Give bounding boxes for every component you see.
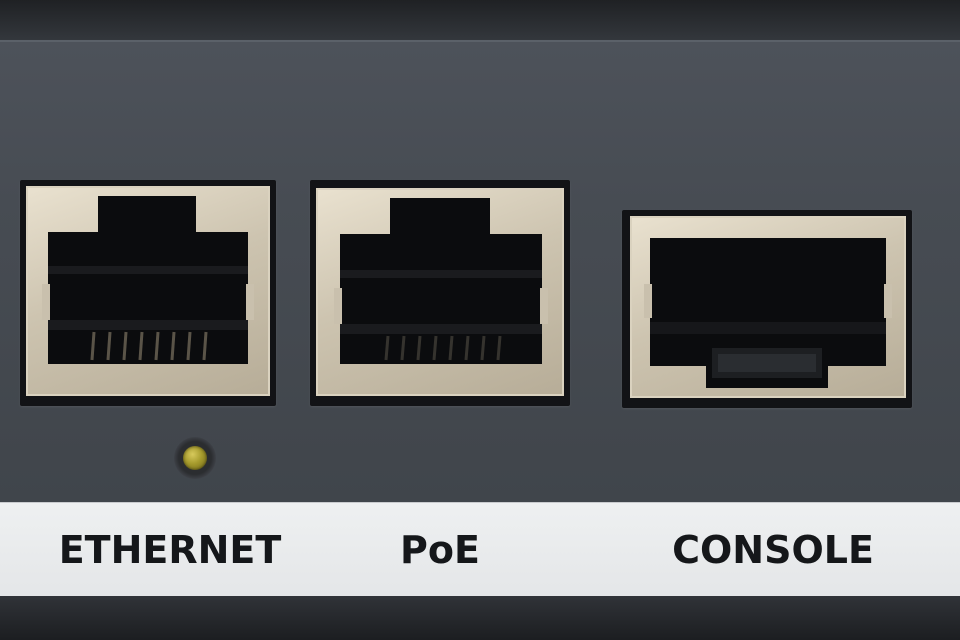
- status-led-icon: [174, 437, 216, 479]
- led-lens: [183, 446, 207, 470]
- ethernet-label: ETHERNET: [58, 528, 282, 572]
- device-rear-panel: ETHERNET PoE CONSOLE: [0, 0, 960, 640]
- poe-port[interactable]: [316, 188, 564, 396]
- rj45-socket-icon: [334, 198, 548, 364]
- poe-label: PoE: [400, 528, 480, 572]
- top-edge: [0, 0, 960, 40]
- rj45-socket-icon: [42, 196, 254, 364]
- console-port[interactable]: [630, 216, 906, 398]
- console-label: CONSOLE: [672, 528, 874, 572]
- bottom-edge: [0, 596, 960, 640]
- rj45-socket-icon: [644, 238, 892, 388]
- ethernet-port[interactable]: [26, 186, 270, 396]
